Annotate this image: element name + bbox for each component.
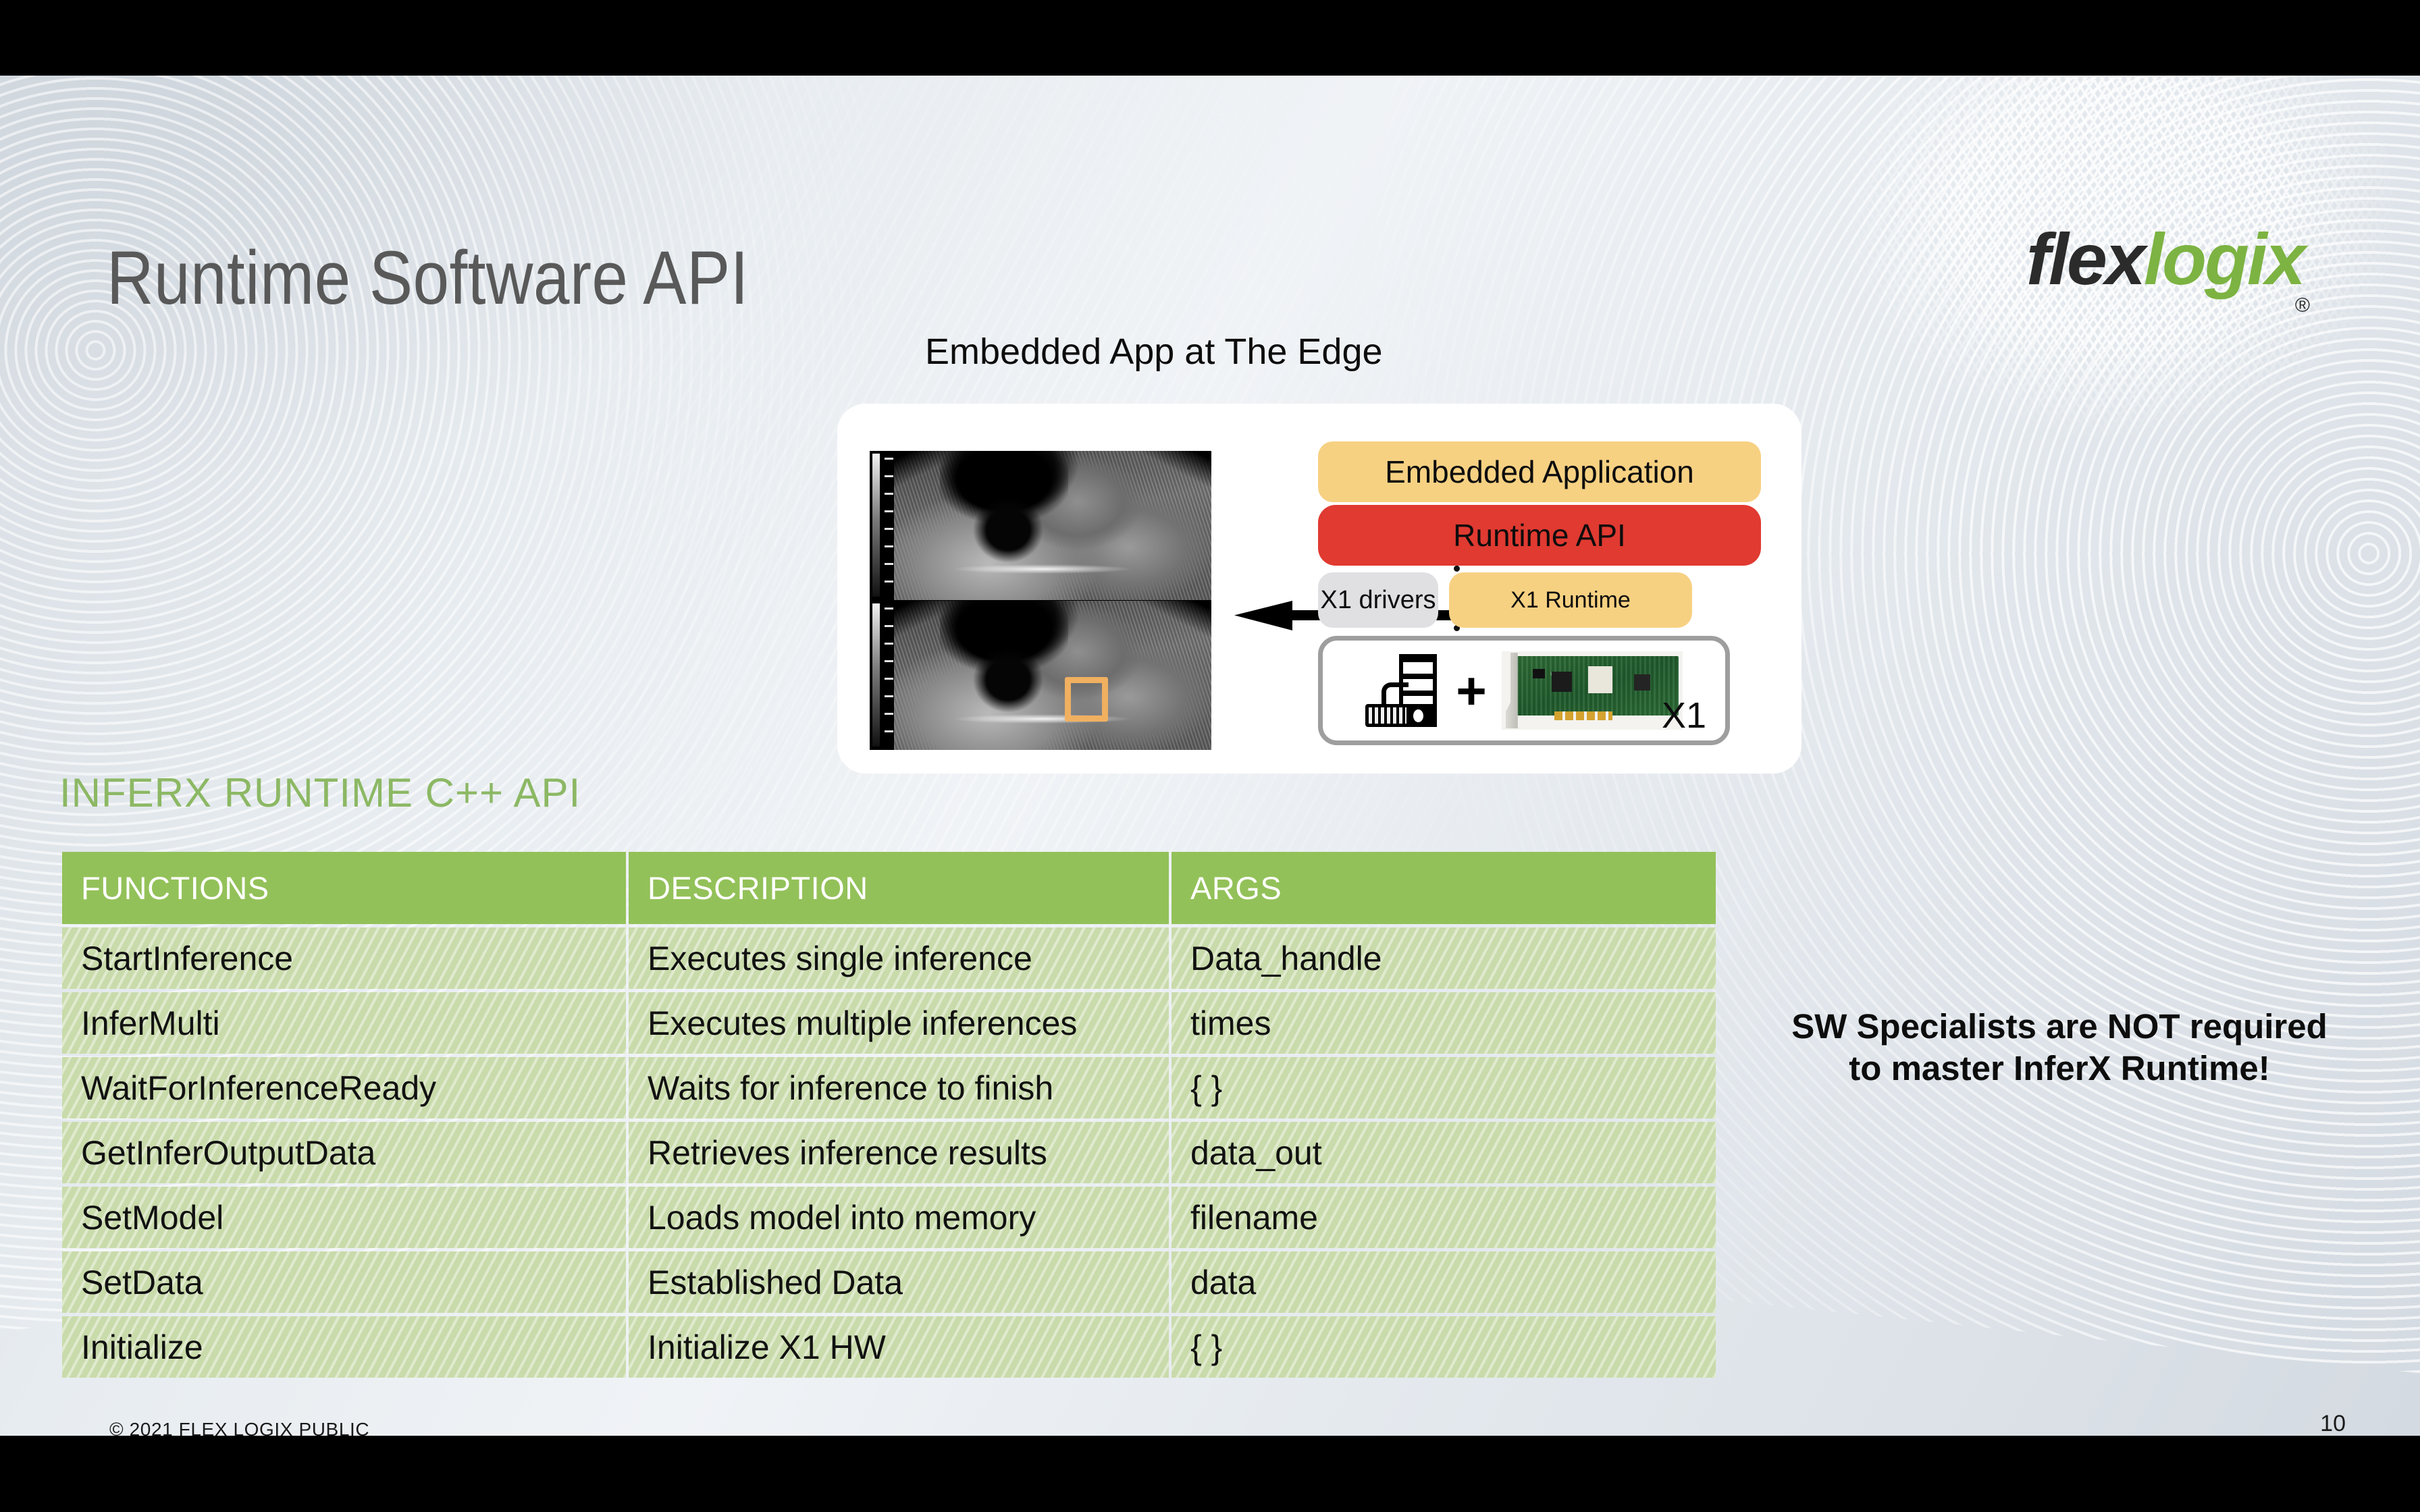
keyboard-cord-shape	[1382, 682, 1409, 705]
ultrasound-depth-ticks-top	[885, 458, 893, 596]
ultrasound-shadow-b	[971, 493, 1045, 567]
cell-function-args: times	[1172, 992, 1716, 1054]
table-row: SetData Established Data data	[62, 1251, 1716, 1313]
cell-function-description: Executes multiple inferences	[629, 992, 1169, 1054]
column-header-description: DESCRIPTION	[629, 852, 1169, 924]
page-title: Runtime Software API	[107, 236, 749, 320]
table-row: GetInferOutputData Retrieves inference re…	[62, 1122, 1716, 1183]
cell-function-description: Established Data	[629, 1251, 1169, 1313]
letterbox-bottom	[0, 1436, 2420, 1512]
slide-stage: Runtime Software API flexlogix ® Embedded…	[0, 0, 2420, 1512]
cell-function-name: SetData	[62, 1251, 626, 1313]
column-header-args: ARGS	[1172, 852, 1716, 924]
api-functions-table: FUNCTIONS DESCRIPTION ARGS StartInferenc…	[59, 848, 1718, 1381]
registered-trademark-icon: ®	[2294, 294, 2310, 317]
stack-box-x1-drivers[interactable]: X1 drivers	[1318, 572, 1438, 628]
detection-bounding-box	[1065, 677, 1108, 722]
ultrasound-shadow-d	[971, 643, 1045, 717]
pcb-chip-b	[1587, 666, 1612, 693]
table-row: Initialize Initialize X1 HW{ }	[62, 1316, 1716, 1378]
footer-copyright: © 2021 FLEX LOGIX PUBLIC	[109, 1419, 370, 1436]
cell-function-name: StartInference	[62, 927, 626, 989]
letterbox-top	[0, 0, 2420, 76]
stack-box-runtime-api[interactable]: Runtime API	[1318, 505, 1761, 566]
ultrasound-frame-top	[870, 451, 1211, 600]
diagram-heading: Embedded App at The Edge	[925, 331, 1383, 372]
table-row: StartInference Executes single inference D…	[62, 927, 1716, 989]
ultrasound-frame-bottom	[870, 601, 1211, 750]
ultrasound-gray-scale-bar-bottom	[872, 603, 880, 747]
pcie-accelerator-card-icon	[1501, 651, 1683, 730]
logo-text-x: x	[2265, 218, 2306, 300]
stack-box-x1-runtime[interactable]: X1 Runtime	[1449, 572, 1692, 628]
cell-function-args: filename	[1172, 1187, 1716, 1248]
cell-function-args: data_out	[1172, 1122, 1716, 1183]
cell-function-description: Retrieves inference results	[629, 1122, 1169, 1183]
x1-card-label: X1	[1661, 695, 1706, 736]
ultrasound-image	[870, 451, 1211, 750]
table-body: StartInference Executes single inference D…	[62, 927, 1716, 1378]
cell-function-description: Executes single inference	[629, 927, 1169, 989]
ultrasound-gray-scale-bar-top	[872, 454, 880, 597]
presentation-slide: Runtime Software API flexlogix ® Embedded…	[0, 76, 2420, 1436]
flexlogix-logo: flexlogix ®	[2026, 223, 2310, 316]
cell-function-name: InferMulti	[62, 992, 626, 1054]
pcb-chip-d	[1532, 669, 1545, 678]
section-heading: INFERX RUNTIME C++ API	[59, 770, 581, 815]
callout-text: SW Specialists are NOT required to maste…	[1756, 1006, 2363, 1089]
column-header-functions: FUNCTIONS	[62, 852, 626, 924]
page-number: 10	[2320, 1411, 2346, 1436]
table-row: WaitForInferenceReady Waits for inference…	[62, 1057, 1716, 1118]
desktop-computer-icon	[1365, 654, 1441, 727]
architecture-diagram-card: Embedded Application Runtime API X1 driv…	[837, 404, 1801, 774]
pc-drive-slot-1	[1403, 662, 1433, 674]
table-row: InferMulti Executes multiple inferences ti…	[62, 992, 1716, 1054]
cell-function-args: { }	[1172, 1057, 1716, 1118]
plus-icon: +	[1456, 661, 1487, 720]
callout-line-1: SW Specialists are NOT required	[1791, 1007, 2327, 1046]
cell-function-args: data	[1172, 1251, 1716, 1313]
ultrasound-highlight-b	[930, 710, 1153, 728]
pcie-bracket	[1505, 653, 1518, 728]
logo-text-logi: logi	[2143, 218, 2267, 300]
logo-text-flex: flex	[2026, 218, 2146, 300]
cell-function-description: Initialize X1 HW	[629, 1316, 1169, 1378]
cell-function-description: Loads model into memory	[629, 1187, 1169, 1248]
table-header-row: FUNCTIONS DESCRIPTION ARGS	[62, 852, 1716, 924]
cell-function-args: { }	[1172, 1316, 1716, 1378]
callout-line-2: to master InferX Runtime!	[1849, 1049, 2270, 1088]
keyboard-keys-shape	[1369, 707, 1407, 724]
hardware-panel: + X1	[1318, 636, 1730, 745]
cell-function-args: Data_handle	[1172, 927, 1716, 989]
pcb-chip-c	[1633, 674, 1650, 691]
ultrasound-depth-ticks-bottom	[885, 608, 893, 746]
pcb-chip-a	[1551, 672, 1572, 692]
logo-x-icon: x ®	[2265, 223, 2310, 316]
pcie-gold-fingers	[1554, 711, 1612, 720]
cell-function-name: GetInferOutputData	[62, 1122, 626, 1183]
ultrasound-highlight-a	[930, 560, 1153, 578]
cell-function-name: WaitForInferenceReady	[62, 1057, 626, 1118]
cell-function-description: Waits for inference to finish	[629, 1057, 1169, 1118]
cell-function-name: Initialize	[62, 1316, 626, 1378]
stack-box-embedded-application[interactable]: Embedded Application	[1318, 441, 1761, 502]
table-row: SetModel Loads model into memory filename	[62, 1187, 1716, 1248]
cell-function-name: SetModel	[62, 1187, 626, 1248]
